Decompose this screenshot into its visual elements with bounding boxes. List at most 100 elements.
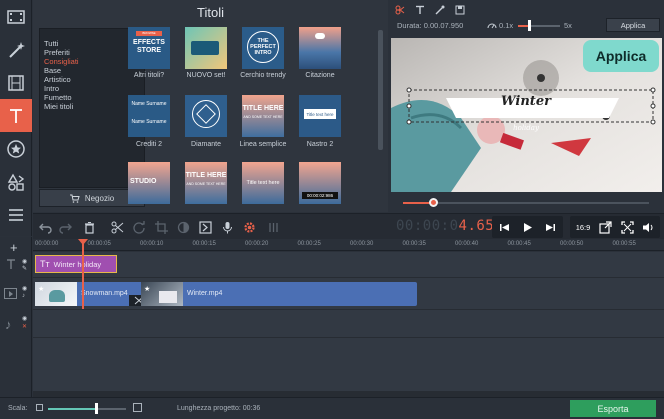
title-thumb-ribbon[interactable]: Title text here — [299, 95, 341, 137]
title-thumb-timecode[interactable]: 00:00:02:986 — [299, 162, 341, 204]
scissors-icon — [111, 221, 123, 233]
title-track-icon — [5, 258, 17, 270]
title-clip[interactable]: Tт Winter holiday — [35, 255, 117, 273]
title-track-visibility-icon[interactable]: ◉ — [22, 258, 27, 265]
volume-button[interactable] — [640, 219, 656, 235]
redo-button[interactable] — [57, 219, 73, 235]
speed-slider-handle[interactable] — [528, 20, 531, 31]
save-disk-icon[interactable] — [455, 5, 465, 15]
thumb-text: Name Surname — [131, 101, 167, 107]
microphone-icon — [222, 221, 232, 233]
audio-track-volume-icon[interactable]: ◉ — [22, 315, 27, 322]
category-item[interactable]: Artistico — [44, 75, 71, 84]
category-item[interactable]: Preferiti — [44, 48, 70, 57]
category-item[interactable]: Intro — [44, 84, 59, 93]
stickers-tool[interactable] — [0, 132, 32, 165]
import-tool[interactable] — [0, 0, 32, 33]
overlay-title[interactable]: Winter — [501, 94, 552, 109]
clip-settings-button[interactable] — [241, 219, 257, 235]
playhead-line[interactable] — [82, 239, 84, 309]
redo-icon — [58, 223, 72, 234]
title-thumb-effects-store[interactable]: BROWSE EFFECTS STORE — [128, 27, 170, 69]
color-adjust-button[interactable] — [175, 219, 191, 235]
audio-track-icon: ♪ — [5, 317, 12, 332]
preview-area: Durata: 0.00.07.950 0.1x 5x Applica Wint… — [389, 0, 664, 212]
crop-button[interactable] — [153, 219, 169, 235]
thumb-subtext: Name Surname — [131, 119, 167, 125]
video-track-icon — [4, 288, 17, 299]
title-track-lock-icon[interactable]: ✎ — [22, 265, 27, 272]
fullscreen-button[interactable] — [619, 219, 635, 235]
ruler-tick: 00:00:30 — [350, 241, 374, 247]
ruler-tick: 00:00:35 — [402, 241, 426, 247]
overlay-subtitle[interactable]: holiday — [513, 124, 540, 132]
text-t-icon[interactable] — [415, 5, 425, 15]
title-thumb-quote[interactable] — [299, 27, 341, 69]
add-track-icon[interactable]: + — [10, 240, 18, 255]
title-thumb-studio[interactable]: STUDIO — [128, 162, 170, 204]
gear-icon — [243, 221, 255, 233]
transition-wizard-button[interactable] — [197, 219, 213, 235]
thumb-label: NUOVO set! — [186, 72, 226, 79]
ruler-tick: 00:00:45 — [507, 241, 531, 247]
title-thumb-credits[interactable]: Name Surname Name Surname — [128, 95, 170, 137]
title-thumb-diamond[interactable] — [185, 95, 227, 137]
ruler-tick: 00:00:40 — [455, 241, 479, 247]
audio-track-link-icon[interactable]: ✕ — [22, 323, 27, 330]
split-button[interactable] — [109, 219, 125, 235]
detach-preview-button[interactable] — [597, 219, 613, 235]
zoom-out-icon[interactable] — [36, 404, 43, 411]
title-thumb-trendy-circle[interactable]: THE PERFECT INTRO — [242, 27, 284, 69]
category-item[interactable]: Fumetto — [44, 93, 72, 102]
speed-gauge-icon — [487, 20, 497, 30]
video-track-mute-icon[interactable]: ♪ — [22, 293, 25, 299]
record-audio-button[interactable] — [219, 219, 235, 235]
thumb-text: THE PERFECT INTRO — [250, 38, 276, 56]
rotate-button[interactable] — [131, 219, 147, 235]
category-item[interactable]: Base — [44, 66, 61, 75]
vertical-scrollbar[interactable] — [378, 30, 383, 150]
zoom-in-icon[interactable] — [133, 403, 142, 412]
next-button[interactable] — [542, 219, 558, 235]
more-tools[interactable] — [0, 198, 32, 231]
aspect-ratio-button[interactable]: 16:9 — [573, 219, 593, 235]
audio-eq-button[interactable] — [265, 219, 281, 235]
title-thumb-simple-line[interactable]: TITLE HERE AND SOME TEXT HERE — [242, 95, 284, 137]
previous-button[interactable] — [496, 219, 512, 235]
duration-value[interactable]: 0.00.07.950 — [424, 21, 464, 30]
category-item[interactable]: Miei titoli — [44, 102, 73, 111]
zoom-slider-handle[interactable] — [95, 403, 98, 414]
category-item[interactable]: Tutti — [44, 39, 58, 48]
category-item-selected[interactable]: Consigliati — [44, 57, 79, 66]
eyedropper-icon[interactable] — [435, 5, 445, 15]
seek-bar-track[interactable] — [403, 202, 649, 204]
rotate-icon — [132, 220, 145, 234]
delete-button[interactable] — [81, 219, 97, 235]
video-track-visibility-icon[interactable]: ◉ — [22, 285, 27, 292]
filters-tool[interactable] — [0, 33, 32, 66]
video-clip-label[interactable]: Snowman.mp4 — [81, 290, 128, 297]
title-thumb-title-here[interactable]: TITLE HERE AND SOME TEXT HERE — [185, 162, 227, 204]
shapes-tool[interactable] — [0, 165, 32, 198]
scissors-icon[interactable] — [395, 5, 405, 15]
transitions-tool[interactable] — [0, 66, 32, 99]
apply-callout[interactable]: Applica — [583, 40, 659, 72]
thumb-text: TITLE HERE — [185, 172, 227, 179]
play-button[interactable] — [519, 219, 535, 235]
video-clip-label[interactable]: Winter.mp4 — [187, 290, 222, 297]
ruler-tick: 00:00:20 — [245, 241, 269, 247]
left-toolbar — [0, 0, 32, 236]
title-thumb-text-here[interactable]: Title text here — [242, 162, 284, 204]
titles-tool[interactable] — [0, 99, 32, 132]
title-thumb-new-set[interactable] — [185, 27, 227, 69]
timeline-ruler[interactable]: 00:00:00 00:00:05 00:00:10 00:00:15 00:00:20… — [33, 239, 664, 251]
timeline-toolbar: 00:00:04.650 16:9 — [33, 213, 664, 239]
undo-button[interactable] — [37, 219, 53, 235]
thumb-text: Title text here — [246, 180, 280, 186]
export-button[interactable]: Esporta — [570, 400, 656, 417]
apply-button[interactable]: Applica — [606, 18, 660, 32]
crop-icon — [154, 220, 168, 234]
seek-bar-handle[interactable] — [429, 198, 438, 207]
timeline-tracks[interactable] — [33, 252, 664, 392]
thumb-label: Altri titoli? — [133, 72, 165, 79]
